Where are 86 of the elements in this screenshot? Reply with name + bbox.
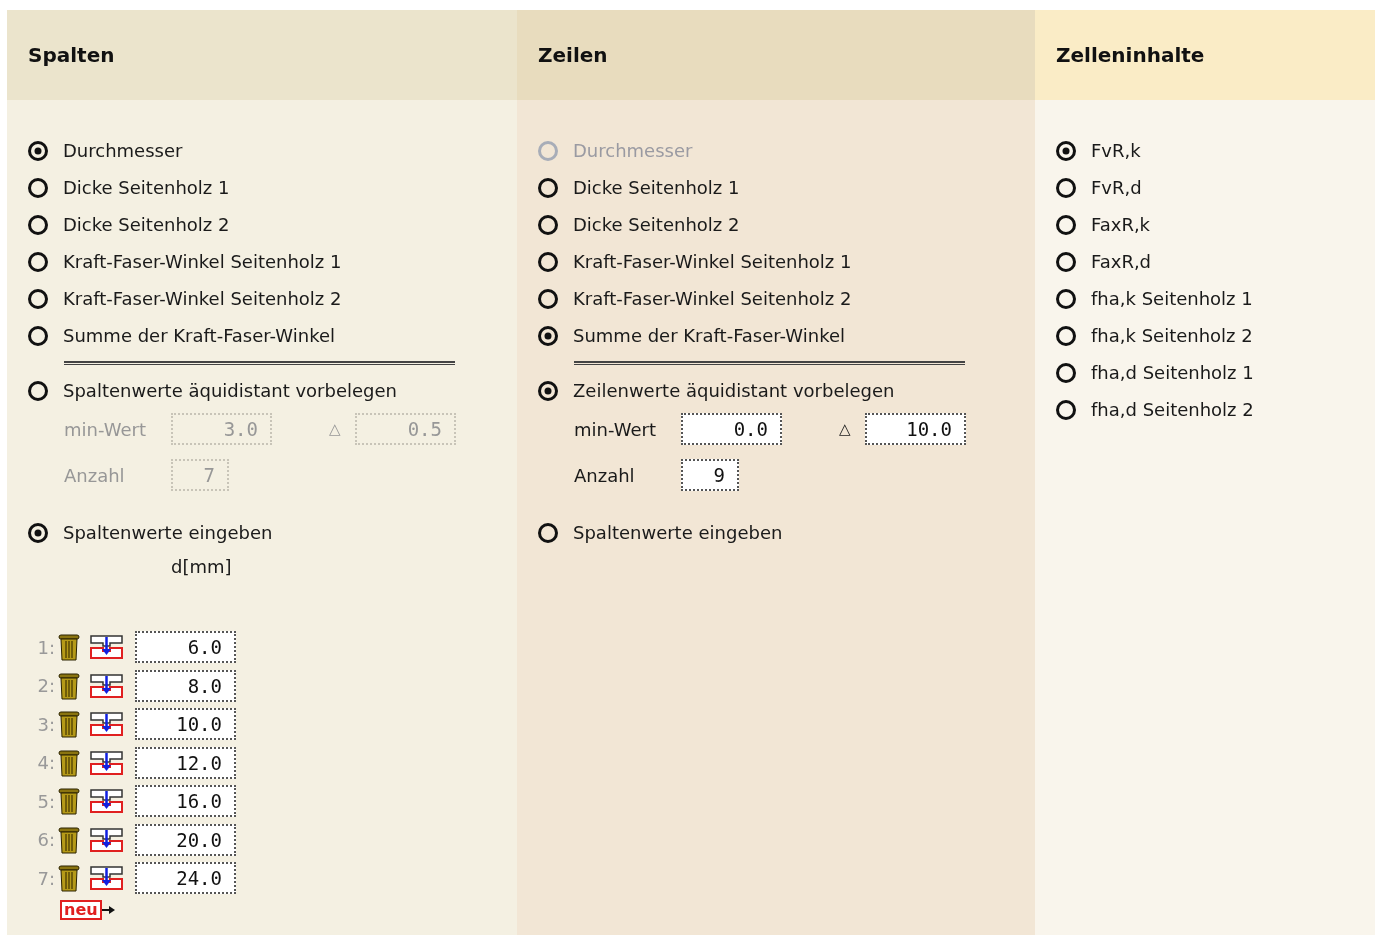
radio-icon[interactable] <box>27 287 49 310</box>
number-field[interactable]: 8.0 <box>135 669 236 702</box>
radio-selected-icon[interactable] <box>537 324 559 347</box>
radio-label[interactable]: Dicke Seitenholz 2 <box>63 211 230 238</box>
radio-icon[interactable] <box>1055 287 1077 310</box>
radio-label[interactable]: Dicke Seitenholz 1 <box>573 174 740 201</box>
radio-label[interactable]: Kraft-Faser-Winkel Seitenholz 2 <box>63 285 342 312</box>
radio-label[interactable]: Summe der Kraft-Faser-Winkel <box>63 322 335 349</box>
radio-icon[interactable] <box>537 176 559 199</box>
number-field[interactable]: 6.0 <box>135 631 236 664</box>
number-field[interactable]: 16.0 <box>135 785 236 818</box>
trash-icon[interactable] <box>58 864 80 893</box>
radio-icon[interactable] <box>27 324 49 347</box>
radio-label[interactable]: Kraft-Faser-Winkel Seitenholz 2 <box>573 285 852 312</box>
field-label: Anzahl <box>574 463 636 488</box>
radio-label[interactable]: fha,k Seitenholz 1 <box>1091 285 1253 312</box>
insert-row-icon[interactable] <box>90 788 123 815</box>
field-label: min-Wert <box>64 417 147 442</box>
row-number: 1: <box>36 635 55 660</box>
row-number: 4: <box>36 751 55 776</box>
number-field[interactable]: 10.0 <box>135 708 236 741</box>
radio-icon[interactable] <box>1055 213 1077 236</box>
radio-selected-icon[interactable] <box>27 139 49 162</box>
radio-selected-icon[interactable] <box>27 521 49 544</box>
trash-icon[interactable] <box>58 633 80 662</box>
radio-icon[interactable] <box>537 287 559 310</box>
number-field[interactable]: 0.0 <box>681 413 782 445</box>
number-field[interactable]: 12.0 <box>135 746 236 779</box>
radio-icon[interactable] <box>1055 361 1077 384</box>
trash-icon[interactable] <box>58 710 80 739</box>
column-title: Spalten <box>28 42 115 69</box>
radio-label[interactable]: FvR,d <box>1091 174 1142 201</box>
radio-label[interactable]: fha,d Seitenholz 1 <box>1091 359 1254 386</box>
field-label: Anzahl <box>64 463 126 488</box>
insert-row-icon[interactable] <box>90 865 123 892</box>
radio-icon[interactable] <box>27 250 49 273</box>
delta-label: △ <box>329 418 342 440</box>
radio-label[interactable]: Summe der Kraft-Faser-Winkel <box>573 322 845 349</box>
radio-label[interactable]: Kraft-Faser-Winkel Seitenholz 1 <box>573 248 852 275</box>
insert-row-icon[interactable] <box>90 711 123 738</box>
row-number: 3: <box>36 712 55 737</box>
number-field[interactable]: 20.0 <box>135 823 236 856</box>
radio-label[interactable]: Spaltenwerte eingeben <box>63 519 273 546</box>
radio-icon[interactable] <box>27 176 49 199</box>
radio-icon[interactable] <box>1055 324 1077 347</box>
trash-icon[interactable] <box>58 825 80 854</box>
radio-icon[interactable] <box>27 213 49 236</box>
field-label: min-Wert <box>574 417 657 442</box>
radio-label[interactable]: FaxR,k <box>1091 211 1151 238</box>
radio-icon[interactable] <box>537 250 559 273</box>
trash-icon[interactable] <box>58 671 80 700</box>
insert-row-icon[interactable] <box>90 826 123 853</box>
radio-label[interactable]: Durchmesser <box>63 137 183 164</box>
row-number: 5: <box>36 789 55 814</box>
radio-label[interactable]: fha,k Seitenholz 2 <box>1091 322 1253 349</box>
radio-label[interactable]: Dicke Seitenholz 1 <box>63 174 230 201</box>
delta-label: △ <box>839 418 852 440</box>
radio-selected-icon[interactable] <box>1055 139 1077 162</box>
number-field[interactable]: 9 <box>681 459 739 491</box>
radio-selected-icon[interactable] <box>537 379 559 402</box>
number-field[interactable]: 10.0 <box>865 413 966 445</box>
radio-label[interactable]: Zeilenwerte äquidistant vorbelegen <box>573 377 895 404</box>
radio-label[interactable]: Dicke Seitenholz 2 <box>573 211 740 238</box>
radio-icon[interactable] <box>1055 250 1077 273</box>
arrow-icon <box>101 904 116 915</box>
radio-label[interactable]: Spaltenwerte eingeben <box>573 519 783 546</box>
insert-row-icon[interactable] <box>90 749 123 776</box>
radio-icon[interactable] <box>1055 398 1077 421</box>
insert-row-icon[interactable] <box>90 634 123 661</box>
radio-label[interactable]: Kraft-Faser-Winkel Seitenholz 1 <box>63 248 342 275</box>
number-field[interactable]: 24.0 <box>135 862 236 895</box>
column-title: Zeilen <box>538 42 608 69</box>
trash-icon[interactable] <box>58 787 80 816</box>
radio-icon[interactable] <box>1055 176 1077 199</box>
unit-label: d[mm] <box>171 555 233 579</box>
row-number: 7: <box>36 866 55 891</box>
row-number: 6: <box>36 828 55 853</box>
radio-label[interactable]: FaxR,d <box>1091 248 1152 275</box>
column-title: Zelleninhalte <box>1056 42 1205 69</box>
radio-label[interactable]: FvR,k <box>1091 137 1141 164</box>
radio-icon[interactable] <box>537 521 559 544</box>
radio-label[interactable]: fha,d Seitenholz 2 <box>1091 396 1254 423</box>
radio-icon[interactable] <box>537 213 559 236</box>
insert-row-icon[interactable] <box>90 672 123 699</box>
trash-icon[interactable] <box>58 748 80 777</box>
row-number: 2: <box>36 674 55 699</box>
